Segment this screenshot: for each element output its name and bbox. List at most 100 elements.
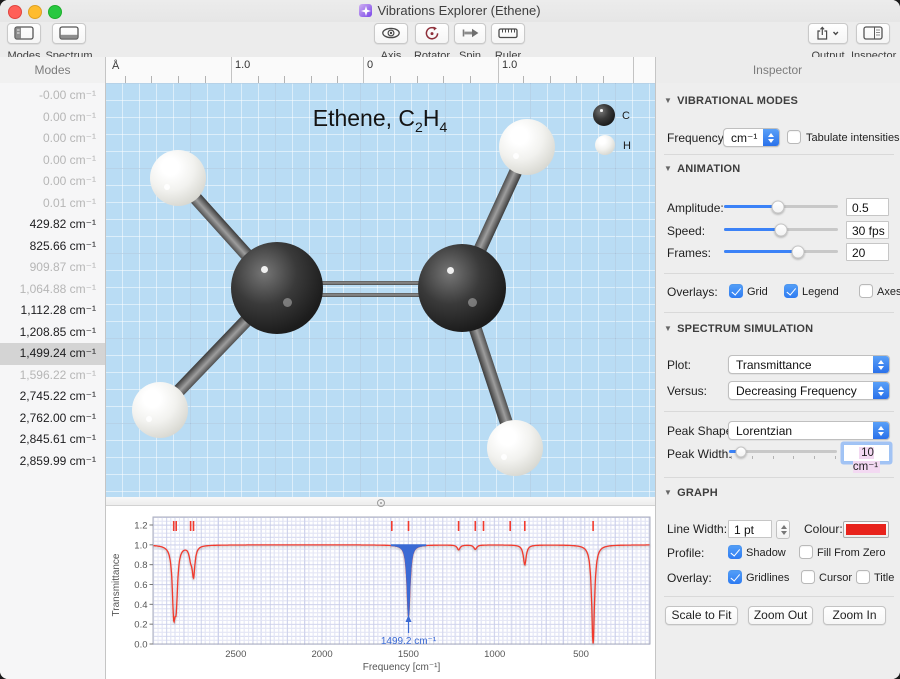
inspector-panel-header: Inspector bbox=[655, 57, 900, 84]
peak-width-field[interactable]: 10 cm⁻¹ bbox=[843, 444, 890, 462]
mode-list-item[interactable]: 1,208.85 cm⁻¹ bbox=[0, 322, 105, 344]
panel-left-icon bbox=[7, 23, 41, 44]
ruler-minor-tick bbox=[337, 76, 338, 83]
mode-list-item[interactable]: 429.82 cm⁻¹ bbox=[0, 214, 105, 236]
colour-well[interactable] bbox=[843, 521, 889, 538]
mode-list-item[interactable]: 1,596.22 cm⁻¹ bbox=[0, 365, 105, 387]
slider-thumb[interactable] bbox=[771, 200, 784, 213]
slider-thumb[interactable] bbox=[792, 245, 805, 258]
overlay-label: Overlay: bbox=[667, 571, 712, 585]
svg-text:500: 500 bbox=[573, 649, 589, 660]
mode-list-item[interactable]: 1,112.28 cm⁻¹ bbox=[0, 300, 105, 322]
peak-shape-popup[interactable]: Lorentzian bbox=[728, 421, 890, 440]
mode-list-item[interactable]: 2,845.61 cm⁻¹ bbox=[0, 429, 105, 451]
ruler-minor-tick bbox=[443, 76, 444, 83]
frames-slider[interactable] bbox=[724, 244, 838, 258]
versus-popup[interactable]: Decreasing Frequency bbox=[728, 381, 890, 400]
ruler-icon bbox=[491, 23, 525, 44]
frequency-unit-popup[interactable]: cm⁻¹ bbox=[723, 128, 780, 147]
mode-list-item[interactable]: 825.66 cm⁻¹ bbox=[0, 236, 105, 258]
molecule-3d-view[interactable]: Ethene, C2H4 C H bbox=[105, 83, 655, 497]
divider bbox=[664, 596, 894, 597]
mode-list-item[interactable]: 0.00 cm⁻¹ bbox=[0, 128, 105, 150]
peak-shape-label: Peak Shape: bbox=[667, 424, 736, 438]
gridlines-checkbox[interactable] bbox=[728, 570, 742, 584]
splitter-handle-icon[interactable] bbox=[377, 499, 385, 507]
legend-checkbox-label: Legend bbox=[802, 286, 839, 298]
line-width-field[interactable]: 1 pt bbox=[728, 520, 772, 538]
amplitude-slider[interactable] bbox=[724, 199, 838, 213]
svg-text:0.8: 0.8 bbox=[134, 560, 147, 571]
spectrum-chart: 0.00.20.40.60.81.01.22500200015001000500… bbox=[105, 505, 655, 679]
zoom-in-button[interactable]: Zoom In bbox=[823, 606, 886, 625]
ruler-strip: Å 1.001.0 bbox=[105, 57, 655, 84]
vibrational-modes-list[interactable]: -0.00 cm⁻¹0.00 cm⁻¹0.00 cm⁻¹0.00 cm⁻¹0.0… bbox=[0, 83, 105, 679]
divider bbox=[664, 411, 894, 412]
section-header-graph[interactable]: ▼GRAPH bbox=[664, 487, 718, 499]
hydrogen-atom[interactable] bbox=[132, 382, 188, 438]
mode-list-item[interactable]: 0.00 cm⁻¹ bbox=[0, 150, 105, 172]
hydrogen-atom[interactable] bbox=[150, 150, 206, 206]
splitter-bar[interactable] bbox=[105, 497, 655, 506]
tabulate-intensities-checkbox[interactable] bbox=[787, 130, 801, 144]
line-width-label: Line Width: bbox=[667, 522, 727, 536]
popup-stepper-icon bbox=[763, 129, 779, 146]
svg-text:Frequency [cm⁻¹]: Frequency [cm⁻¹] bbox=[363, 662, 441, 673]
carbon-atom[interactable] bbox=[231, 242, 323, 334]
ruler-minor-tick bbox=[390, 76, 391, 83]
mode-list-item[interactable]: -0.00 cm⁻¹ bbox=[0, 85, 105, 107]
overlays-label: Overlays: bbox=[667, 285, 718, 299]
mode-list-item[interactable]: 2,762.00 cm⁻¹ bbox=[0, 408, 105, 430]
section-header-spectrum-simulation[interactable]: ▼SPECTRUM SIMULATION bbox=[664, 323, 813, 335]
mode-list-item[interactable]: 1,064.88 cm⁻¹ bbox=[0, 279, 105, 301]
mode-list-item[interactable]: 2,745.22 cm⁻¹ bbox=[0, 386, 105, 408]
plot-label: Plot: bbox=[667, 358, 691, 372]
frames-value-field[interactable]: 20 bbox=[846, 243, 889, 261]
inspector-divider bbox=[655, 57, 656, 679]
slider-thumb[interactable] bbox=[775, 223, 788, 236]
svg-text:1500: 1500 bbox=[398, 649, 419, 660]
speed-slider[interactable] bbox=[724, 222, 838, 236]
cursor-checkbox[interactable] bbox=[801, 570, 815, 584]
peak-width-slider[interactable] bbox=[729, 444, 837, 458]
svg-text:0.4: 0.4 bbox=[134, 600, 147, 611]
carbon-atom[interactable] bbox=[418, 244, 506, 332]
mode-list-item[interactable]: 0.00 cm⁻¹ bbox=[0, 171, 105, 193]
modes-panel-header: Modes bbox=[0, 57, 105, 84]
eye-icon bbox=[374, 23, 408, 44]
popup-stepper-icon bbox=[873, 356, 889, 373]
app-window: Vibrations Explorer (Ethene) Modes Spect… bbox=[0, 0, 900, 679]
scale-to-fit-button[interactable]: Scale to Fit bbox=[665, 606, 738, 625]
legend-carbon-sphere bbox=[593, 104, 615, 126]
speed-label: Speed: bbox=[667, 224, 705, 238]
peak-width-label: Peak Width: bbox=[667, 447, 732, 461]
cursor-checkbox-label: Cursor bbox=[819, 572, 852, 584]
grid-checkbox[interactable] bbox=[729, 284, 743, 298]
ruler-tick-label: 0 bbox=[367, 59, 373, 71]
slider-thumb[interactable] bbox=[735, 446, 746, 457]
ruler-major-tick bbox=[231, 57, 232, 83]
plot-popup[interactable]: Transmittance bbox=[728, 355, 890, 374]
shadow-checkbox[interactable] bbox=[728, 545, 742, 559]
mode-list-item[interactable]: 0.01 cm⁻¹ bbox=[0, 193, 105, 215]
mode-list-item[interactable]: 2,859.99 cm⁻¹ bbox=[0, 451, 105, 473]
mode-list-item[interactable]: 0.00 cm⁻¹ bbox=[0, 107, 105, 129]
zoom-out-button[interactable]: Zoom Out bbox=[748, 606, 813, 625]
ruler-minor-tick bbox=[470, 76, 471, 83]
mode-list-item[interactable]: 1,499.24 cm⁻¹ bbox=[0, 343, 105, 365]
speed-value-field[interactable]: 30 fps bbox=[846, 221, 889, 239]
title-checkbox[interactable] bbox=[856, 570, 870, 584]
section-header-vibrational-modes[interactable]: ▼VIBRATIONAL MODES bbox=[664, 95, 798, 107]
legend-checkbox[interactable] bbox=[784, 284, 798, 298]
spectrum-plot-panel[interactable]: 0.00.20.40.60.81.01.22500200015001000500… bbox=[105, 506, 655, 679]
disclosure-triangle-icon: ▼ bbox=[664, 488, 672, 497]
line-width-stepper[interactable] bbox=[776, 520, 790, 539]
app-icon bbox=[359, 4, 372, 17]
fill-from-zero-checkbox[interactable] bbox=[799, 545, 813, 559]
amplitude-value-field[interactable]: 0.5 bbox=[846, 198, 889, 216]
axes-checkbox[interactable] bbox=[859, 284, 873, 298]
svg-text:Transmittance: Transmittance bbox=[111, 553, 122, 616]
section-header-animation[interactable]: ▼ANIMATION bbox=[664, 163, 740, 175]
hydrogen-atom[interactable] bbox=[487, 420, 543, 476]
mode-list-item[interactable]: 909.87 cm⁻¹ bbox=[0, 257, 105, 279]
